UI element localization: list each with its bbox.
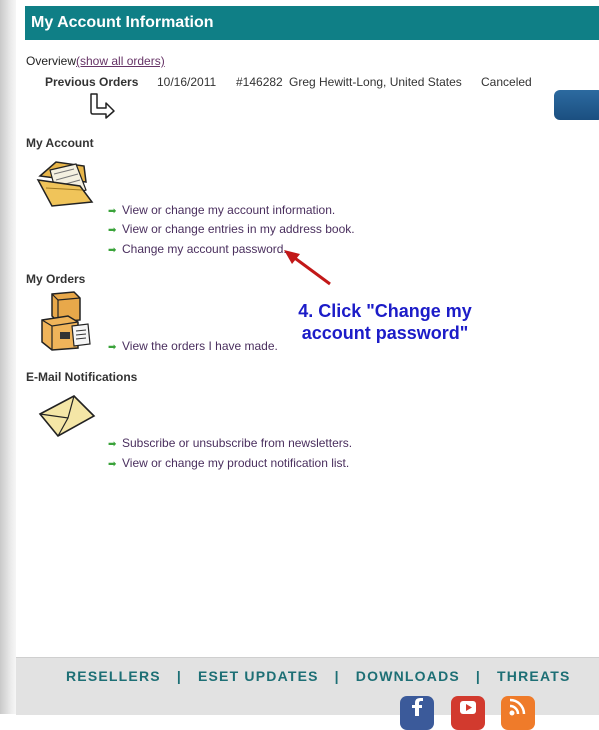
link-change-password[interactable]: ➡ Change my account password. (108, 242, 287, 256)
bullet-arrow-icon: ➡ (108, 439, 117, 450)
show-all-orders-link[interactable]: (show all orders) (76, 54, 165, 68)
footer-separator: | (334, 668, 340, 684)
overview-heading: Overview(show all orders) (26, 54, 165, 68)
footer-link-downloads[interactable]: DOWNLOADS (356, 668, 460, 684)
email-notifications-heading: E-Mail Notifications (26, 370, 138, 384)
link-account-info[interactable]: ➡ View or change my account information. (108, 203, 335, 217)
instruction-callout: 4. Click "Change my account password" (270, 300, 500, 344)
bullet-arrow-icon: ➡ (108, 459, 117, 470)
envelope-icon (38, 395, 96, 438)
footer-link-threats[interactable]: THREATS (497, 668, 570, 684)
bullet-arrow-icon: ➡ (108, 245, 117, 256)
overview-label: Overview (26, 54, 77, 68)
left-rail (0, 0, 16, 714)
return-arrow-icon (90, 93, 115, 119)
link-product-notifications[interactable]: ➡ View or change my product notification … (108, 456, 349, 470)
order-customer: Greg Hewitt-Long, United States (289, 75, 462, 89)
annotation-arrow-icon (284, 250, 331, 286)
order-date: 10/16/2011 (157, 75, 217, 89)
link-view-orders[interactable]: ➡ View the orders I have made. (108, 339, 278, 353)
bullet-arrow-icon: ➡ (108, 225, 117, 236)
callout-line-1: 4. Click "Change my (298, 301, 472, 321)
my-account-heading: My Account (26, 136, 94, 150)
my-orders-heading: My Orders (26, 272, 86, 286)
facebook-icon[interactable] (400, 696, 434, 730)
footer-separator: | (475, 668, 482, 684)
folder-icon (36, 161, 94, 207)
boxes-icon (41, 291, 91, 351)
bullet-arrow-icon: ➡ (108, 342, 117, 353)
callout-line-2: account password" (301, 323, 469, 343)
order-number[interactable]: #146282 (236, 75, 283, 89)
page-title: My Account Information (25, 6, 599, 40)
youtube-icon[interactable] (451, 696, 485, 730)
rss-icon[interactable] (501, 696, 535, 730)
footer: RESELLERS | ESET UPDATES | DOWNLOADS | THREATS (16, 657, 599, 730)
footer-link-eset-updates[interactable]: ESET UPDATES (198, 668, 319, 684)
bullet-arrow-icon: ➡ (108, 206, 117, 217)
order-status: Canceled (481, 75, 532, 89)
link-address-book[interactable]: ➡ View or change entries in my address bo… (108, 222, 355, 236)
link-newsletters[interactable]: ➡ Subscribe or unsubscribe from newslette… (108, 436, 352, 450)
footer-nav: RESELLERS | ESET UPDATES | DOWNLOADS | THREATS (66, 668, 571, 684)
previous-orders-label: Previous Orders (45, 75, 139, 89)
footer-separator: | (176, 668, 182, 684)
side-tab-button[interactable] (554, 90, 599, 120)
footer-link-resellers[interactable]: RESELLERS (66, 668, 161, 684)
